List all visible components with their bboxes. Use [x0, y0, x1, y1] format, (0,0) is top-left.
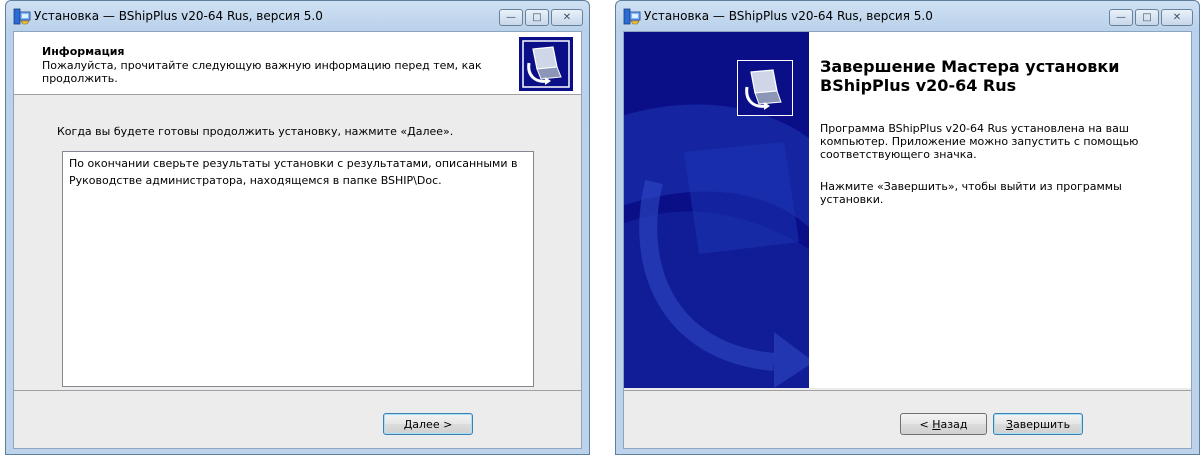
back-button[interactable]: < Назад — [900, 413, 987, 435]
installer-app-icon — [13, 8, 31, 25]
wizard-side-image — [624, 32, 809, 388]
wizard-page-finish: Завершение Мастера установки BShipPlus v… — [623, 31, 1192, 449]
finish-paragraph-exit: Нажмите «Завершить», чтобы выйти из прог… — [820, 180, 1122, 206]
wizard-page-info: Информация Пожалуйста, прочитайте следую… — [13, 31, 582, 449]
finish-button[interactable]: Завершить — [993, 413, 1083, 435]
title-bar[interactable]: Установка — BShipPlus v20-64 Rus, версия… — [6, 1, 589, 31]
installer-app-icon — [623, 8, 641, 25]
title-bar[interactable]: Установка — BShipPlus v20-64 Rus, версия… — [616, 1, 1199, 31]
maximize-button[interactable]: □ — [525, 9, 549, 26]
setup-window-info: Установка — BShipPlus v20-64 Rus, версия… — [5, 0, 590, 455]
caption-buttons: — □ ✕ — [497, 9, 583, 26]
finish-content: Завершение Мастера установки BShipPlus v… — [809, 32, 1191, 388]
computer-install-icon — [736, 59, 794, 117]
close-button[interactable]: ✕ — [551, 9, 583, 26]
info-memo[interactable]: По окончании сверьте результаты установк… — [62, 151, 534, 387]
setup-window-finish: Установка — BShipPlus v20-64 Rus, версия… — [615, 0, 1200, 455]
minimize-icon: — — [506, 11, 516, 23]
finish-paragraph-installed: Программа BShipPlus v20-64 Rus установле… — [820, 122, 1139, 161]
wizard-small-image-icon — [519, 37, 573, 91]
minimize-button[interactable]: — — [499, 9, 523, 26]
maximize-button[interactable]: □ — [1135, 9, 1159, 26]
close-icon: ✕ — [1172, 11, 1182, 23]
minimize-icon: — — [1116, 11, 1126, 23]
window-title: Установка — BShipPlus v20-64 Rus, версия… — [644, 9, 933, 23]
caption-buttons: — □ ✕ — [1107, 9, 1193, 26]
finish-title: Завершение Мастера установки BShipPlus v… — [820, 57, 1120, 95]
next-button[interactable]: Далее > — [383, 413, 473, 435]
close-button[interactable]: ✕ — [1161, 9, 1193, 26]
page-subtitle: Пожалуйста, прочитайте следующую важную … — [42, 59, 482, 85]
maximize-icon: □ — [532, 11, 542, 23]
close-icon: ✕ — [562, 11, 572, 23]
page-title: Информация — [42, 45, 125, 58]
divider — [14, 390, 581, 392]
minimize-button[interactable]: — — [1109, 9, 1133, 26]
window-title: Установка — BShipPlus v20-64 Rus, версия… — [34, 9, 323, 23]
divider — [624, 390, 1191, 392]
info-lead-text: Когда вы будете готовы продолжить устано… — [57, 125, 454, 138]
page-header: Информация Пожалуйста, прочитайте следую… — [14, 32, 581, 95]
maximize-icon: □ — [1142, 11, 1152, 23]
